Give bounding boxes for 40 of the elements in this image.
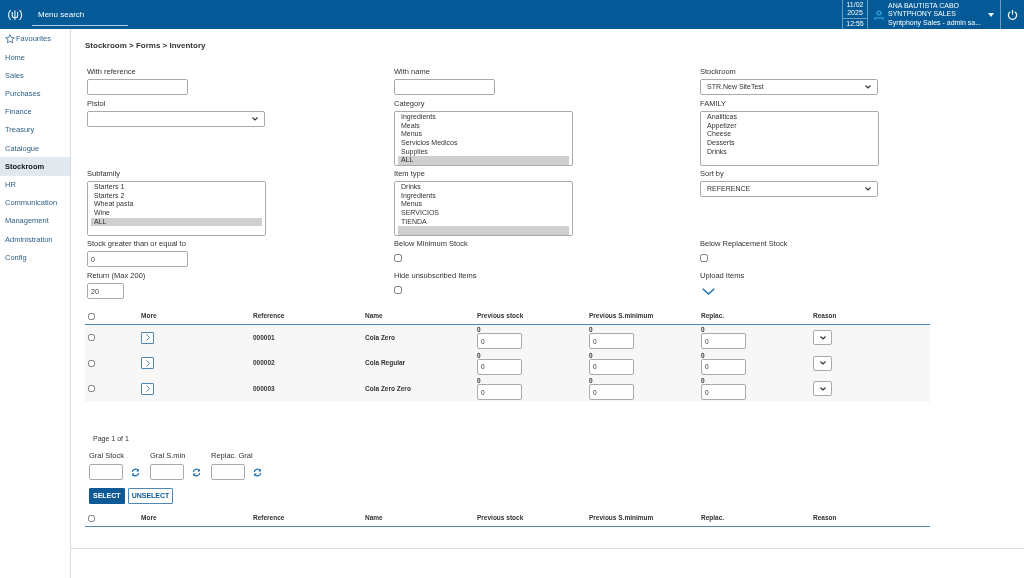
menu-search-field[interactable]: Menu search: [32, 3, 128, 26]
reason-select[interactable]: [813, 330, 832, 346]
refresh-icon[interactable]: [253, 467, 262, 477]
chevron-right-icon: [145, 334, 150, 342]
checkbox[interactable]: [88, 385, 95, 393]
input-field[interactable]: [150, 464, 184, 481]
chevron-down-icon: [865, 85, 871, 90]
user-icon: [874, 9, 884, 20]
checkmark-icon[interactable]: [702, 288, 715, 296]
checkbox[interactable]: [88, 334, 95, 342]
star-icon: [5, 34, 15, 45]
caret-icon[interactable]: [988, 12, 994, 17]
chevron-down-icon: [819, 361, 826, 366]
refresh-icon[interactable]: [192, 467, 201, 477]
chevron-down-icon: [865, 187, 871, 192]
checkbox[interactable]: [700, 254, 708, 263]
checkbox[interactable]: [394, 286, 402, 295]
expand-button[interactable]: [141, 331, 154, 344]
chevron-right-icon: [145, 385, 150, 393]
logo[interactable]: (ψ): [0, 6, 30, 23]
checkbox[interactable]: [88, 312, 95, 320]
checkbox[interactable]: [88, 359, 95, 367]
reason-select[interactable]: [813, 355, 832, 371]
power-icon[interactable]: [1007, 9, 1018, 20]
chevron-right-icon: [145, 359, 150, 367]
chevron-down-icon: [819, 386, 826, 391]
chevron-down-icon: [819, 335, 826, 340]
checkbox[interactable]: [394, 254, 402, 263]
select-field[interactable]: [87, 111, 265, 128]
input-field[interactable]: [394, 79, 495, 96]
chevron-down-icon: [252, 117, 258, 122]
input-field[interactable]: [211, 464, 245, 481]
input-field[interactable]: [89, 464, 123, 481]
input-field[interactable]: [87, 79, 188, 96]
refresh-icon[interactable]: [131, 467, 140, 477]
breadcrumb: Stockroom > Forms > Inventory: [85, 40, 207, 52]
reason-select[interactable]: [813, 381, 832, 397]
checkbox[interactable]: [88, 514, 95, 522]
expand-button[interactable]: [141, 382, 154, 395]
expand-button[interactable]: [141, 357, 154, 370]
